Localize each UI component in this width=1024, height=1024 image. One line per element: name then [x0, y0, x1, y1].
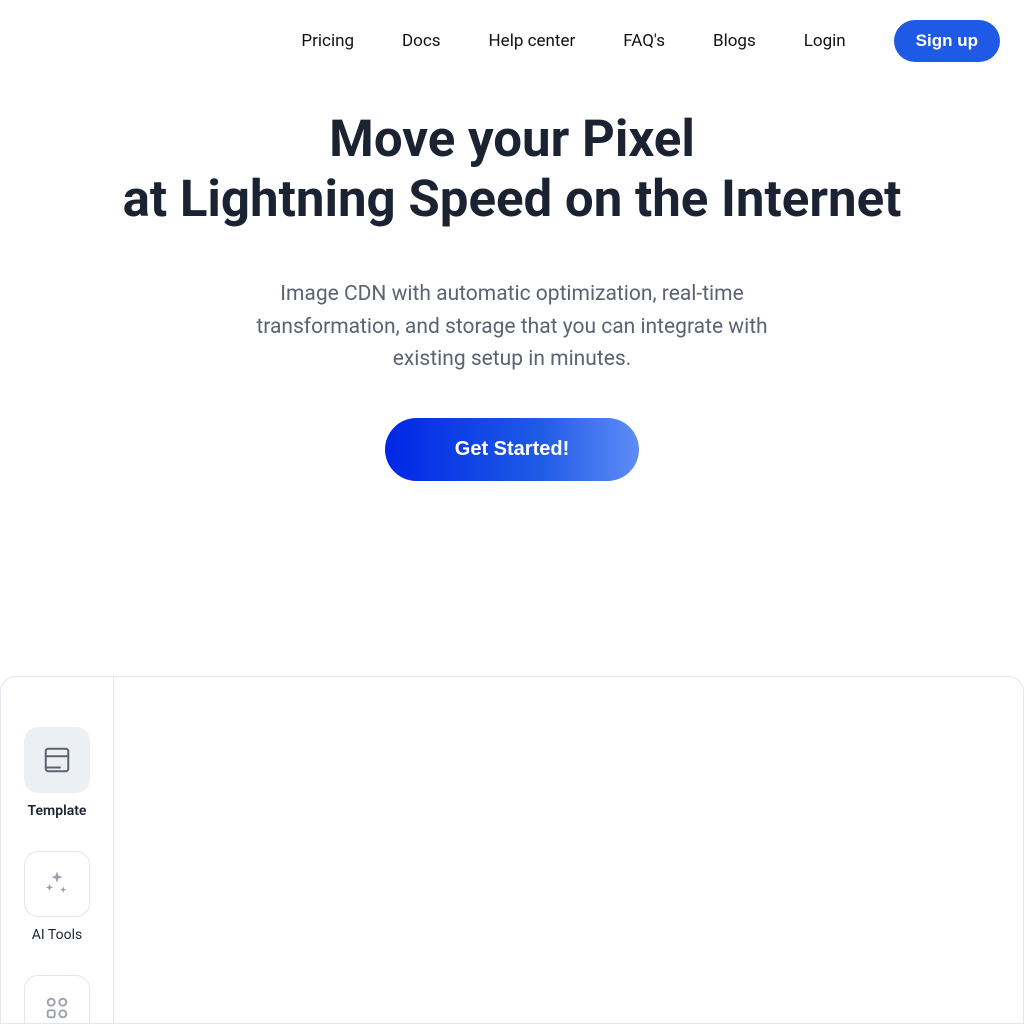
nav-docs[interactable]: Docs	[402, 31, 441, 51]
grid-icon	[24, 975, 90, 1024]
nav-faqs[interactable]: FAQ's	[623, 31, 665, 51]
sparkles-icon	[24, 851, 90, 917]
hero: Move your Pixel at Lightning Speed on th…	[0, 82, 1024, 481]
signup-button[interactable]: Sign up	[894, 20, 1000, 62]
header: Pricing Docs Help center FAQ's Blogs Log…	[0, 0, 1024, 82]
hero-title: Move your Pixel at Lightning Speed on th…	[0, 110, 1024, 230]
nav-help-center[interactable]: Help center	[489, 31, 576, 51]
sidebar-item-ai-tools[interactable]: AI Tools	[24, 851, 90, 943]
main-area	[114, 677, 1023, 1023]
sidebar-item-label: Template	[28, 803, 87, 819]
sidebar: Template AI Tools	[1, 677, 114, 1023]
nav-login[interactable]: Login	[804, 31, 846, 51]
sidebar-item-label: AI Tools	[32, 927, 82, 943]
hero-subtitle: Image CDN with automatic optimization, r…	[252, 278, 772, 376]
nav-blogs[interactable]: Blogs	[713, 31, 756, 51]
nav-pricing[interactable]: Pricing	[301, 31, 354, 51]
sidebar-item-grid[interactable]	[24, 975, 90, 1024]
template-icon	[24, 727, 90, 793]
sidebar-item-template[interactable]: Template	[24, 727, 90, 819]
bottom-panel: Template AI Tools	[0, 676, 1024, 1024]
get-started-button[interactable]: Get Started!	[385, 418, 639, 481]
